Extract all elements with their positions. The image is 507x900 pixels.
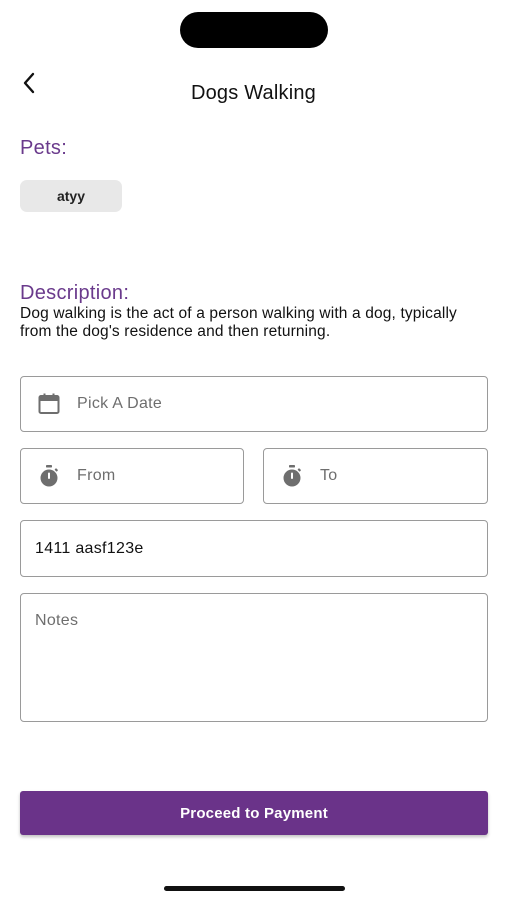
dog-walking-booking-screen: Dogs Walking Pets: atyy Description: Dog… bbox=[0, 0, 507, 900]
pets-label: Pets: bbox=[20, 137, 68, 159]
notes-placeholder: Notes bbox=[35, 612, 79, 629]
to-placeholder: To bbox=[320, 467, 338, 484]
proceed-to-payment-button[interactable]: Proceed to Payment bbox=[20, 791, 488, 835]
page-title: Dogs Walking bbox=[190, 82, 317, 104]
address-value: 1411 aasf123e bbox=[35, 539, 144, 557]
description-label: Description: bbox=[20, 282, 130, 304]
address-field[interactable]: 1411 aasf123e bbox=[20, 520, 488, 577]
stopwatch-icon bbox=[37, 464, 61, 488]
dynamic-island bbox=[180, 12, 328, 48]
date-placeholder: Pick A Date bbox=[77, 395, 163, 412]
date-picker-field[interactable]: Pick A Date bbox=[20, 376, 488, 432]
pet-chip[interactable]: atyy bbox=[20, 180, 122, 212]
from-placeholder: From bbox=[77, 467, 116, 484]
from-time-field[interactable]: From bbox=[20, 448, 244, 504]
notes-field[interactable]: Notes bbox=[20, 593, 488, 722]
stopwatch-icon bbox=[280, 464, 304, 488]
to-time-field[interactable]: To bbox=[263, 448, 488, 504]
description-text: Dog walking is the act of a person walki… bbox=[20, 305, 457, 340]
calendar-icon bbox=[37, 392, 61, 416]
home-indicator bbox=[164, 886, 345, 891]
